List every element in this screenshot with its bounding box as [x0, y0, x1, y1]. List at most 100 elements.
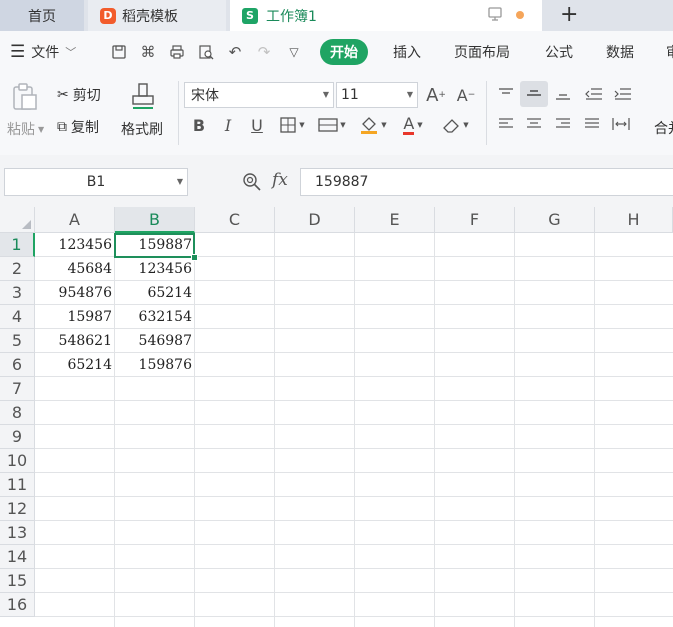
decrease-font-icon[interactable]: A − [454, 83, 478, 107]
cell-a4[interactable]: 15987 [35, 305, 115, 329]
tab-page-layout[interactable]: 页面布局 [454, 31, 510, 73]
align-bottom-icon[interactable] [551, 83, 575, 105]
row-header-6[interactable]: 6 [0, 353, 35, 377]
print-preview-icon[interactable] [197, 43, 215, 61]
format-painter-icon[interactable] [128, 81, 158, 113]
bold-icon[interactable]: B [188, 113, 210, 137]
save-icon[interactable] [110, 43, 128, 61]
justify-icon[interactable] [580, 113, 604, 135]
tab-formula[interactable]: 公式 [545, 31, 573, 73]
redo-icon[interactable]: ↷ [255, 43, 273, 61]
decrease-indent-icon[interactable] [582, 83, 606, 105]
tab-home-label: 首页 [28, 8, 56, 25]
format-painter-label: 格式刷 [121, 122, 163, 138]
paste-label: 粘贴 [7, 122, 35, 138]
merge-center-button[interactable]: 合并 [654, 118, 673, 138]
column-header-g[interactable]: G [515, 207, 595, 233]
undo-icon[interactable]: ↶ [226, 43, 244, 61]
print-icon[interactable] [168, 43, 186, 61]
column-header-b[interactable]: B [115, 207, 195, 233]
cell-a1[interactable]: 123456 [35, 233, 115, 257]
formula-value: 159887 [315, 174, 369, 190]
paste-icon[interactable] [8, 81, 40, 113]
align-top-icon[interactable] [494, 83, 518, 105]
grid-row-line [35, 400, 673, 401]
copy-button[interactable]: ⧉ 复制 [57, 117, 99, 137]
fill-color-icon[interactable]: ▼ [357, 113, 389, 137]
cell-b4[interactable]: 632154 [115, 305, 195, 329]
row-header-13[interactable]: 13 [0, 521, 35, 545]
name-box[interactable]: B1 ▼ [4, 168, 188, 196]
row-header-12[interactable]: 12 [0, 497, 35, 521]
row-header-14[interactable]: 14 [0, 545, 35, 569]
file-menu-label: 文件 [31, 45, 60, 61]
row-header-4[interactable]: 4 [0, 305, 35, 329]
font-size-select[interactable]: 11 ▼ [336, 82, 418, 108]
row-header-7[interactable]: 7 [0, 377, 35, 401]
row-header-16[interactable]: 16 [0, 593, 35, 617]
tab-review[interactable]: 审 [666, 31, 673, 73]
column-header-h[interactable]: H [595, 207, 673, 233]
cut-button[interactable]: ✂ 剪切 [57, 85, 101, 105]
italic-icon[interactable]: I [217, 113, 239, 137]
cell-a5[interactable]: 548621 [35, 329, 115, 353]
zoom-search-icon[interactable] [240, 171, 264, 193]
distributed-align-icon[interactable] [609, 113, 633, 135]
row-header-1[interactable]: 1 [0, 233, 35, 257]
fx-button[interactable]: fx [272, 170, 288, 190]
chevron-down-icon: ▼ [176, 177, 183, 186]
tab-data[interactable]: 数据 [606, 31, 634, 73]
align-right-icon[interactable] [551, 113, 575, 135]
eraser-icon[interactable]: ▼ [437, 113, 473, 137]
column-header-c[interactable]: C [195, 207, 275, 233]
customize-dropdown-icon[interactable]: ▽ [285, 43, 303, 61]
row-header-8[interactable]: 8 [0, 401, 35, 425]
underline-icon[interactable]: U [246, 113, 268, 137]
cell-a3[interactable]: 954876 [35, 281, 115, 305]
cell-b6[interactable]: 159876 [115, 353, 195, 377]
column-header-e[interactable]: E [355, 207, 435, 233]
column-header-f[interactable]: F [435, 207, 515, 233]
row-header-5[interactable]: 5 [0, 329, 35, 353]
tab-start[interactable]: 开始 [320, 39, 368, 65]
format-brush-quick-icon[interactable]: ⌘ [139, 43, 157, 61]
file-menu[interactable]: ☰ 文件 ﹀ [10, 31, 76, 73]
cell-b5[interactable]: 546987 [115, 329, 195, 353]
hamburger-icon: ☰ [10, 42, 26, 62]
font-name-select[interactable]: 宋体 ▼ [184, 82, 334, 108]
increase-font-icon[interactable]: A + [424, 83, 448, 107]
select-all-corner[interactable] [0, 207, 35, 233]
row-header-15[interactable]: 15 [0, 569, 35, 593]
row-header-11[interactable]: 11 [0, 473, 35, 497]
row-header-9[interactable]: 9 [0, 425, 35, 449]
align-left-icon[interactable] [494, 113, 518, 135]
row-header-2[interactable]: 2 [0, 257, 35, 281]
align-center-icon[interactable] [522, 113, 546, 135]
tab-templates[interactable]: D 稻壳模板 [88, 0, 226, 31]
cell-a6[interactable]: 65214 [35, 353, 115, 377]
new-tab-plus-icon[interactable]: + [560, 2, 578, 27]
name-box-value: B1 [86, 174, 106, 190]
paste-button[interactable]: 粘贴 ▼ [7, 119, 44, 139]
format-painter-button[interactable]: 格式刷 [121, 119, 163, 139]
merge-cells-icon[interactable]: ▼ [316, 113, 348, 137]
cut-label: 剪切 [72, 88, 101, 104]
cell-b2[interactable]: 123456 [115, 257, 195, 281]
column-header-d[interactable]: D [275, 207, 355, 233]
column-header-a[interactable]: A [35, 207, 115, 233]
borders-icon[interactable]: ▼ [277, 113, 307, 137]
align-middle-icon[interactable] [522, 83, 546, 105]
cell-a2[interactable]: 45684 [35, 257, 115, 281]
font-color-icon[interactable]: A ▼ [397, 113, 429, 137]
cell-b3[interactable]: 65214 [115, 281, 195, 305]
tab-insert[interactable]: 插入 [393, 31, 421, 73]
copy-label: 复制 [71, 120, 99, 136]
spreadsheet-grid[interactable]: A B C D E F G H 1 2 3 4 5 6 7 8 9 10 11 12 13 14 15 16 123456 159… [0, 207, 673, 627]
fill-handle[interactable] [191, 254, 198, 261]
row-header-3[interactable]: 3 [0, 281, 35, 305]
row-header-10[interactable]: 10 [0, 449, 35, 473]
formula-input[interactable]: 159887 [300, 168, 673, 196]
tab-home[interactable]: 首页 [0, 0, 84, 31]
monitor-icon[interactable] [487, 6, 503, 26]
increase-indent-icon[interactable] [611, 83, 635, 105]
